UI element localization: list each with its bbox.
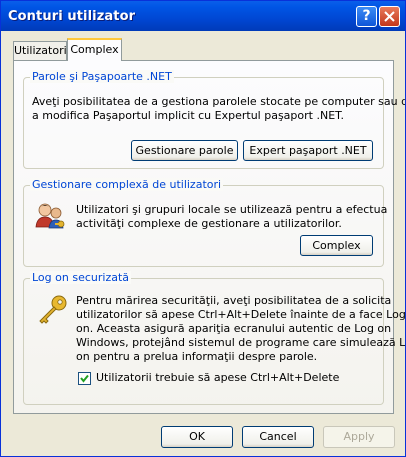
close-icon	[384, 11, 395, 22]
require-ctrl-alt-del-label[interactable]: Utilizatorii trebuie să apese Ctrl+Alt+D…	[96, 371, 339, 385]
secure-logon-line1: Pentru mărirea securităţii, aveţi posibi…	[76, 294, 392, 307]
passwords-description-line2: a modifica Paşaportul implicit cu Expert…	[32, 109, 345, 122]
tab-users[interactable]: Utilizatori	[13, 41, 67, 60]
help-icon: ?	[362, 8, 371, 24]
advanced-users-group: Gestionare complexă de utilizatori Utili…	[23, 178, 388, 267]
advanced-button[interactable]: Complex	[300, 235, 373, 256]
secure-logon-line4: Windows, protejând sistemul de programe …	[76, 336, 406, 349]
users-icon	[35, 203, 65, 229]
passport-wizard-button[interactable]: Expert paşaport .NET	[243, 140, 373, 161]
close-button[interactable]	[379, 6, 400, 27]
require-ctrl-alt-del-checkbox[interactable]	[78, 372, 91, 385]
secure-logon-line2: utilizatorilor să apese Ctrl+Alt+Delete …	[76, 308, 406, 321]
advanced-users-description-line1: Utilizatori şi grupuri locale se utilize…	[76, 203, 388, 216]
help-button[interactable]: ?	[356, 6, 377, 27]
passwords-description-line1: Aveţi posibilitatea de a gestiona parole…	[32, 95, 406, 108]
passwords-group: Parole şi Paşapoarte .NET Aveţi posibili…	[23, 70, 405, 169]
apply-button[interactable]: Apply	[323, 426, 395, 448]
tab-advanced[interactable]: Complex	[67, 38, 122, 61]
key-icon	[39, 295, 67, 324]
checkmark-icon	[80, 374, 89, 383]
tab-panel-advanced: Parole şi Paşapoarte .NET Aveţi posibili…	[13, 60, 405, 414]
window-title: Conturi utilizator	[8, 9, 136, 24]
secure-logon-group-title: Log on securizată	[30, 271, 132, 284]
advanced-users-group-title: Gestionare complexă de utilizatori	[30, 178, 224, 191]
advanced-users-description-line2: activităţi complexe de gestionare a util…	[76, 217, 342, 230]
secure-logon-group: Log on securizată Pentru mărirea securit…	[23, 271, 405, 405]
ok-button[interactable]: OK	[161, 426, 233, 448]
user-accounts-dialog: Conturi utilizator ? Utilizatori Complex…	[0, 0, 406, 457]
manage-passwords-button[interactable]: Gestionare parole	[131, 140, 238, 161]
cancel-button[interactable]: Cancel	[242, 426, 314, 448]
secure-logon-line5: on pentru a prelua informaţii despre par…	[76, 350, 318, 363]
title-bar[interactable]: Conturi utilizator ?	[1, 1, 405, 31]
secure-logon-line3: on. Aceasta asigură apariţia ecranului a…	[76, 322, 392, 335]
passwords-group-title: Parole şi Paşapoarte .NET	[30, 70, 174, 83]
